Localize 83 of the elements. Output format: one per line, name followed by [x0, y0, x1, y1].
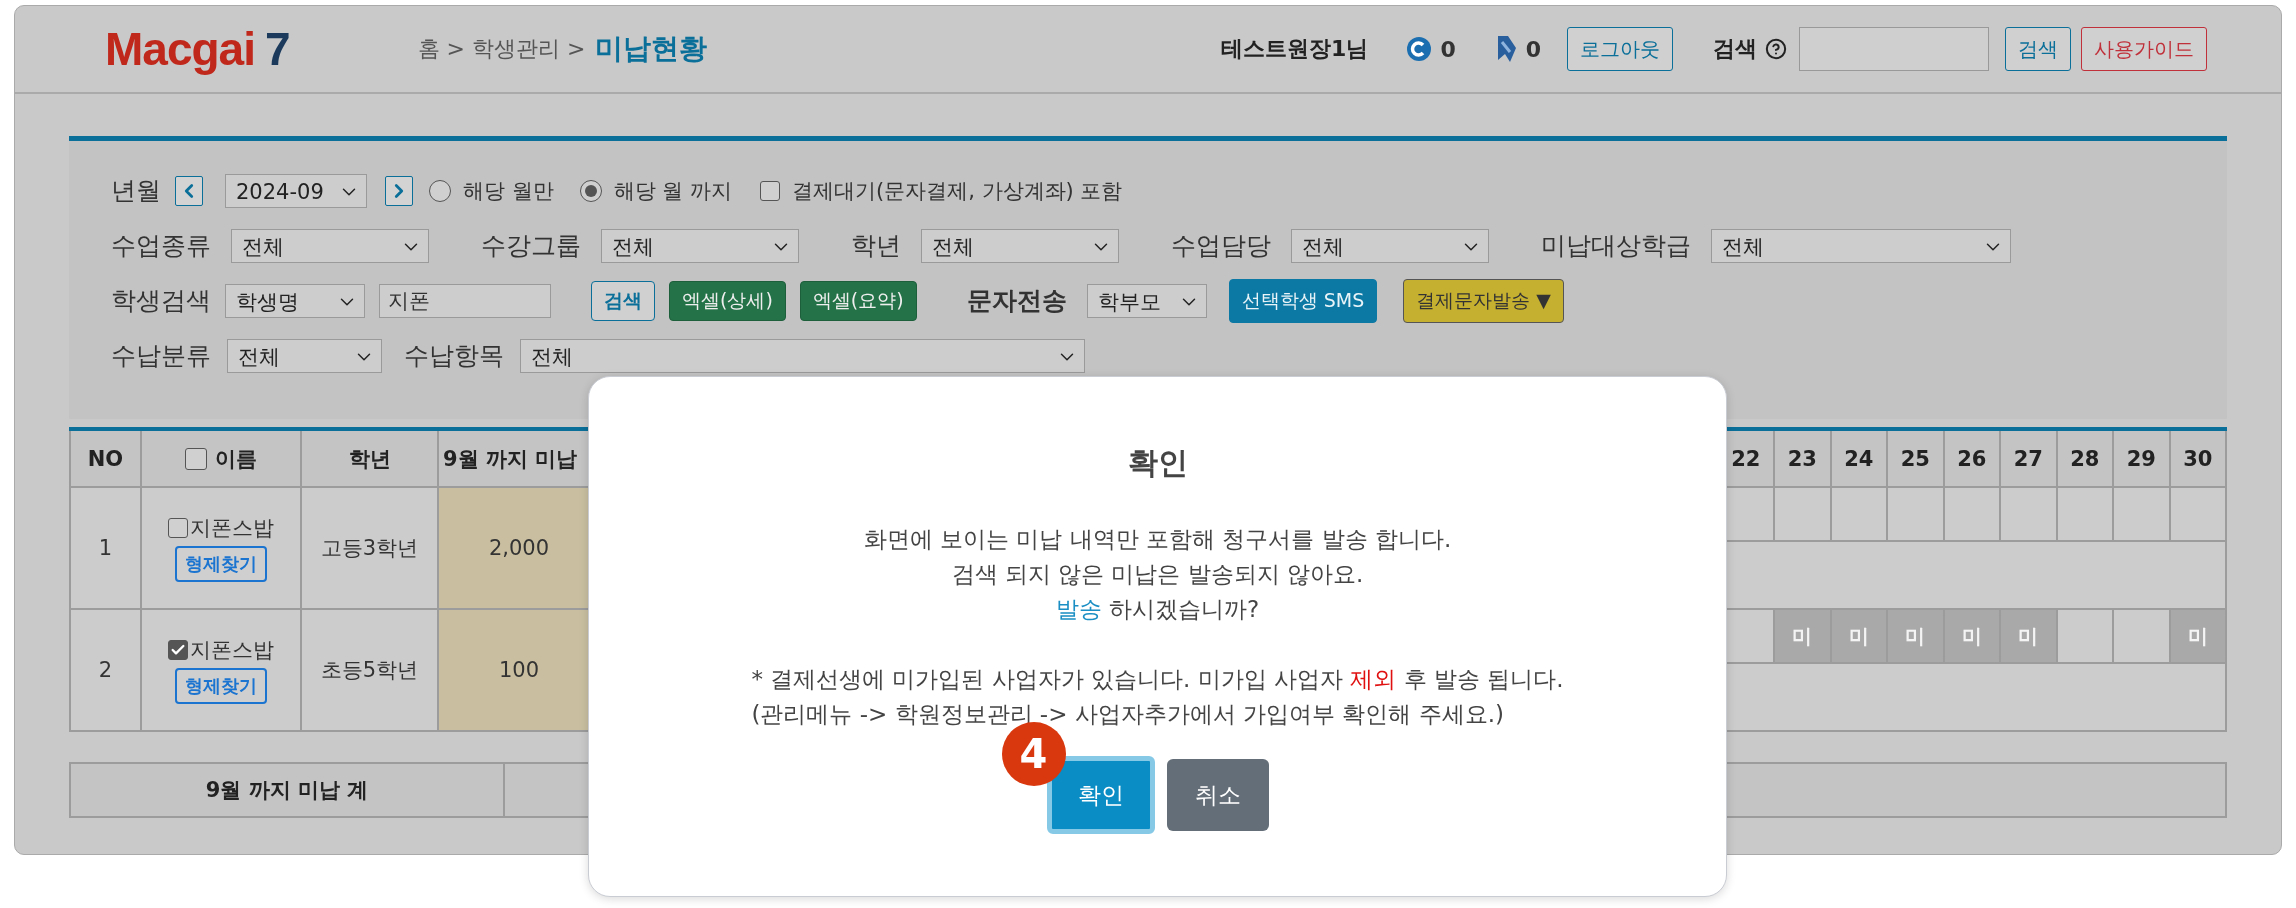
confirm-button[interactable]: 확인 — [1046, 756, 1155, 834]
day-header: 23 — [1775, 431, 1830, 486]
row-checkbox[interactable] — [168, 518, 188, 538]
checkbox[interactable] — [760, 180, 781, 201]
dialog-message: 화면에 보이는 미납 내역만 포함해 청구서를 발송 합니다. — [863, 525, 1452, 554]
radio-button[interactable] — [429, 179, 451, 202]
day-header: 24 — [1831, 431, 1886, 486]
filter-select[interactable]: 전체 — [520, 338, 1085, 373]
dialog-title: 확인 — [1127, 444, 1188, 482]
filter-select[interactable]: 전체 — [227, 338, 382, 373]
filter-label: 수납분류 — [111, 340, 211, 372]
filter-label: 학년 — [851, 230, 901, 262]
radio-label: 해당 월만 — [463, 177, 554, 205]
filter-label: 학생검색 — [111, 285, 211, 317]
counter-value: 0 — [1440, 36, 1456, 62]
next-month-button[interactable] — [385, 175, 413, 206]
recipient-select[interactable]: 학부모 — [1086, 283, 1207, 318]
logout-button[interactable]: 로그아웃 — [1567, 27, 1673, 71]
student-name: 지폰스밥 — [190, 515, 274, 542]
counter-value: 0 — [1525, 36, 1541, 62]
filter-select[interactable]: 전체 — [601, 228, 799, 263]
search-button[interactable]: 검색 — [591, 280, 655, 321]
student-name: 지폰스밥 — [190, 637, 274, 664]
column-header: 학년 — [302, 431, 437, 486]
day-header: 30 — [2170, 431, 2225, 486]
coin-icon — [1406, 36, 1433, 62]
excel-button[interactable]: 엑셀(상세) — [669, 280, 786, 321]
search-button[interactable]: 검색 — [2005, 27, 2071, 71]
filter-select[interactable]: 전체 — [231, 228, 429, 263]
filter-label: 미납대상학급 — [1541, 230, 1691, 262]
excel-button[interactable]: 엑셀(요약) — [799, 280, 917, 321]
day-cell: 미 — [1888, 610, 1943, 662]
table-cell: 2 — [71, 610, 140, 730]
day-header: 25 — [1888, 431, 1943, 486]
dialog-message: 검색 되지 않은 미납은 발송되지 않아요. — [951, 560, 1364, 589]
day-cell: 미 — [2001, 610, 2056, 662]
day-cell: 미 — [1831, 610, 1886, 662]
filter-label: 수납항목 — [404, 340, 504, 372]
table-cell: 초등5학년 — [302, 610, 437, 730]
student-search-field[interactable]: 지폰 — [379, 283, 551, 318]
dialog-note: * 결제선생에 미가입된 사업자가 있습니다. 미가입 사업자 제외 후 발송 됩니다. — [751, 665, 1564, 694]
month-select[interactable]: 2024-09 — [225, 173, 367, 208]
filter-label: 수강그룹 — [481, 230, 581, 262]
sms-label: 문자전송 — [966, 285, 1067, 317]
find-siblings-button[interactable]: 형제찾기 — [175, 546, 267, 582]
filter-label: 년월 — [111, 175, 161, 207]
radio-label: 해당 월 까지 — [613, 177, 733, 205]
find-siblings-button[interactable]: 형제찾기 — [175, 668, 267, 704]
table-cell: 고등3학년 — [302, 488, 437, 608]
table-cell: 1 — [71, 488, 140, 608]
column-header: NO — [71, 431, 140, 486]
select-all-checkbox[interactable] — [185, 447, 207, 470]
day-header: 27 — [2001, 431, 2056, 486]
day-cell: 미 — [1944, 610, 1999, 662]
search-label: 검색 — [1713, 35, 1757, 63]
filter-label: 수업담당 — [1171, 230, 1271, 262]
user-name: 테스트원장1님 — [1221, 35, 1369, 63]
breadcrumb: 홈 > 학생관리 > — [417, 35, 586, 63]
day-cell: 미 — [2170, 610, 2225, 662]
cancel-button[interactable]: 취소 — [1166, 759, 1269, 831]
sms-button[interactable]: 선택학생 SMS — [1228, 278, 1378, 323]
help-icon[interactable] — [1765, 38, 1787, 60]
page-title: 미납현황 — [595, 31, 708, 67]
day-header: 26 — [1944, 431, 1999, 486]
payment-sms-button[interactable]: 결제문자발송 ▼ — [1403, 278, 1564, 323]
previous-month-button[interactable] — [175, 175, 203, 206]
filter-label: 수업종류 — [111, 230, 211, 262]
checkbox-label: 결제대기(문자결제, 가상계좌) 포함 — [792, 177, 1123, 205]
day-cell: 미 — [1775, 610, 1830, 662]
filter-select[interactable]: 전체 — [1291, 228, 1489, 263]
summary-label: 9월 까지 미납 계 — [71, 764, 503, 816]
guide-button[interactable]: 사용가이드 — [2081, 27, 2207, 71]
filter-select[interactable]: 전체 — [1711, 228, 2011, 263]
radio-button[interactable] — [579, 179, 602, 202]
row-checkbox[interactable] — [168, 640, 188, 660]
column-header: 이름 — [215, 445, 257, 473]
day-header: 29 — [2114, 431, 2169, 486]
search-type-select[interactable]: 학생명 — [225, 283, 365, 318]
filter-select[interactable]: 전체 — [921, 228, 1119, 263]
day-header: 28 — [2057, 431, 2112, 486]
dialog-message: 발송 하시겠습니까? — [1055, 595, 1260, 624]
search-field[interactable] — [1799, 27, 1989, 71]
logo: Macgai 7 — [105, 22, 290, 76]
